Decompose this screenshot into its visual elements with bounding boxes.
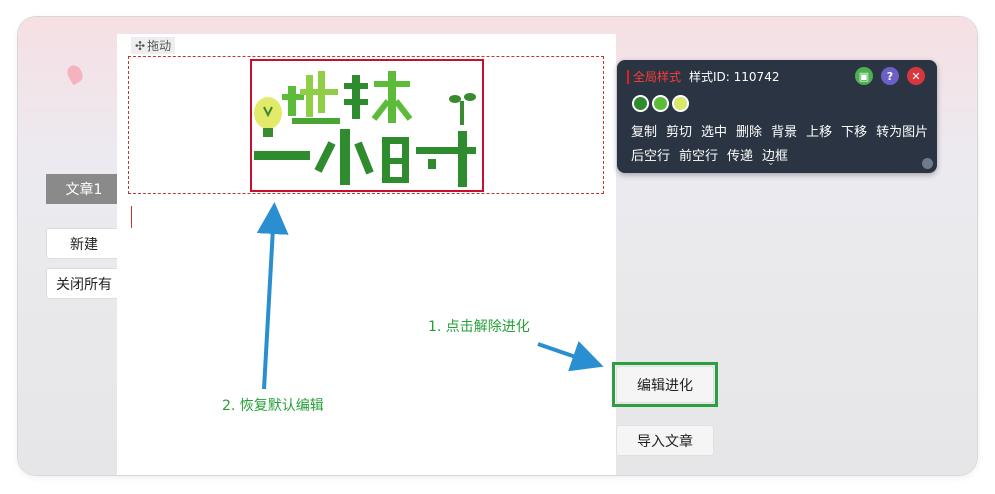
arrow-to-image bbox=[256, 202, 289, 390]
annotation-arrows bbox=[256, 202, 604, 390]
app-window: 文章1 新建 关闭所有 ✣ 拖动 全局样式 样式ID: 110742 ▣ ? ✕… bbox=[18, 17, 977, 475]
arrow-to-edit-button bbox=[537, 341, 604, 372]
